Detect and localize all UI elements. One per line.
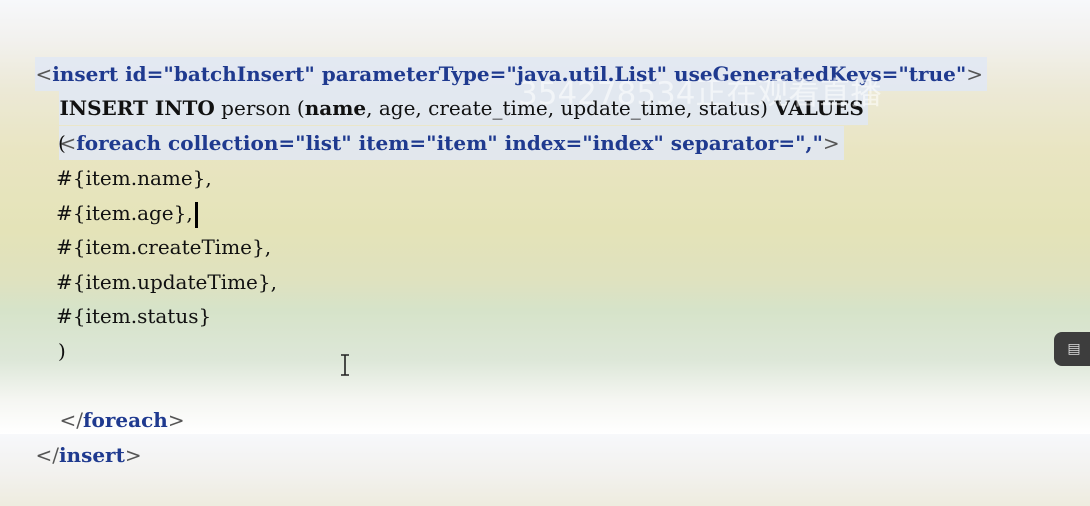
tag-close-bracket: > bbox=[966, 62, 984, 86]
tag-close-bracket: > bbox=[124, 443, 142, 467]
insert-close-tag: insert bbox=[58, 443, 125, 467]
i-beam-cursor-icon bbox=[341, 354, 349, 376]
code-line-1: <insert id="batchInsert" parameterType="… bbox=[10, 23, 988, 91]
code-line-7: #{item.createTime}, bbox=[56, 235, 272, 259]
code-line-5: #{item.name}, bbox=[56, 166, 212, 190]
code-line-6: #{item.age}, bbox=[56, 196, 198, 230]
code-line-8: #{item.updateTime}, bbox=[56, 270, 277, 294]
code-line-9: #{item.status} bbox=[56, 304, 212, 328]
collection-value: "list" bbox=[295, 131, 352, 155]
panel-icon: ▤ bbox=[1067, 341, 1081, 357]
tag-open-bracket: </ bbox=[35, 443, 59, 467]
use-generated-keys-value: "true" bbox=[898, 62, 967, 86]
code-line-4: ( bbox=[58, 131, 66, 155]
code-line-12: </insert> bbox=[10, 404, 141, 467]
foreach-tag: foreach bbox=[76, 131, 162, 155]
live-viewer-watermark: 354278534正在观看直播 bbox=[518, 76, 882, 112]
tag-close-bracket: > bbox=[167, 408, 185, 432]
collection-attribute: collection= bbox=[161, 131, 296, 155]
code-line-6-text: #{item.age}, bbox=[56, 201, 193, 225]
separator-attribute: separator= bbox=[663, 131, 796, 155]
index-value: "index" bbox=[582, 131, 664, 155]
code-line-10: ) bbox=[58, 339, 66, 363]
item-value: "item" bbox=[426, 131, 498, 155]
index-attribute: index= bbox=[497, 131, 583, 155]
separator-value: "," bbox=[795, 131, 823, 155]
side-panel-tab[interactable]: ▤ bbox=[1054, 332, 1090, 366]
code-editor[interactable]: <insert id="batchInsert" parameterType="… bbox=[0, 0, 1090, 467]
item-attribute: item= bbox=[351, 131, 427, 155]
text-caret bbox=[194, 201, 198, 228]
tag-close-bracket: > bbox=[822, 131, 840, 155]
code-line-11: </foreach> bbox=[34, 369, 184, 432]
line-highlight: <foreach collection="list" item="item" i… bbox=[59, 126, 844, 160]
